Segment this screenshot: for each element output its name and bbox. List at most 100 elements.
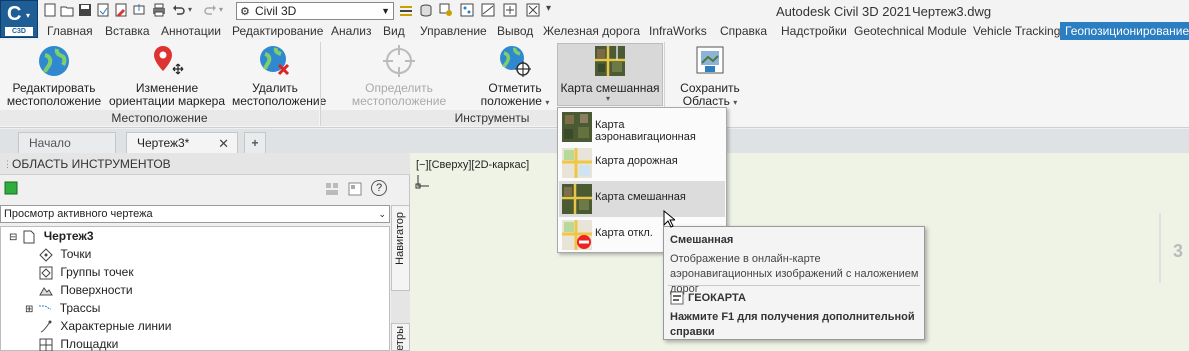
collapse-icon[interactable]: ⊟: [9, 229, 19, 247]
tree-item-sites[interactable]: Площадки: [39, 335, 118, 351]
edit-location-label: Редактировать местоположение: [6, 81, 102, 108]
tree-item-points[interactable]: Точки: [39, 245, 91, 263]
tab-home[interactable]: Главная: [42, 22, 98, 40]
tab-analyze[interactable]: Анализ: [326, 22, 377, 40]
tab-drawing[interactable]: Чертеж3* ✕: [126, 132, 238, 153]
tab-geolocation[interactable]: Геопозиционирование: [1060, 22, 1189, 40]
redo-icon[interactable]: [203, 3, 217, 17]
tree-item-label: Трассы: [59, 301, 101, 315]
save-area-button[interactable]: Сохранить Область ▾: [670, 44, 750, 109]
prospector-tree: ⊟ Чертеж3 Точки Группы точек Поверхности…: [0, 226, 390, 351]
menu-item-label: Карта откл.: [595, 227, 653, 239]
new-file-icon[interactable]: [43, 3, 57, 17]
app-menu-dropdown-icon: ▾: [26, 11, 31, 20]
undo-dropdown-icon[interactable]: ▾: [188, 5, 192, 14]
expand-icon[interactable]: ⊞: [25, 301, 35, 319]
tooltip-divider: [668, 285, 920, 286]
toolspace-panel: ⋮ ОБЛАСТЬ ИНСТРУМЕНТОВ ? Просмотр активн…: [0, 153, 410, 351]
side-tab-settings-label: етры: [394, 326, 406, 351]
save-icon[interactable]: [78, 3, 92, 17]
toggle-view-icon[interactable]: [325, 182, 339, 196]
hybrid-map-icon: [562, 184, 592, 214]
tooltip-description: Отображение в онлайн-карте аэронавигацио…: [670, 253, 919, 295]
menu-item-map-mixed[interactable]: Карта смешанная: [559, 181, 725, 217]
tab-geotechnical[interactable]: Geotechnical Module: [849, 22, 972, 40]
tree-item-alignments[interactable]: ⊞ Трассы: [25, 299, 100, 317]
viewcube-face[interactable]: 3: [1173, 241, 1183, 262]
tab-output[interactable]: Вывод: [492, 22, 538, 40]
workspace-select[interactable]: ⚙ Civil 3D ▼: [236, 2, 394, 20]
mark-position-button[interactable]: Отметить положение ▾: [480, 44, 550, 109]
workspace-label: Civil 3D: [255, 4, 297, 18]
tree-root-label: Чертеж3: [43, 229, 94, 243]
view-select[interactable]: Просмотр активного чертежа ⌄: [0, 205, 390, 223]
match-properties-icon[interactable]: [399, 3, 413, 17]
tree-root[interactable]: ⊟ Чертеж3: [9, 227, 94, 245]
survey-icon[interactable]: [503, 3, 517, 17]
open-folder-icon[interactable]: [60, 3, 74, 17]
map-off-icon: [562, 220, 592, 250]
points-icon: [39, 248, 53, 262]
new-tab-button[interactable]: +: [244, 132, 266, 153]
save-web-icon[interactable]: [96, 3, 110, 17]
tab-vehicle-tracking[interactable]: Vehicle Tracking: [968, 22, 1065, 40]
save-as-icon[interactable]: [114, 3, 128, 17]
share-icon[interactable]: [132, 3, 146, 17]
tab-railway[interactable]: Железная дорога: [538, 22, 645, 40]
data-shortcuts-icon[interactable]: [419, 3, 433, 17]
item-view-icon[interactable]: [348, 182, 362, 196]
surfaces-icon: [39, 286, 53, 296]
tab-addins[interactable]: Надстройки: [776, 22, 852, 40]
hybrid-map-icon: [595, 46, 625, 76]
tooltip-command: ГЕОКАРТА: [688, 292, 746, 304]
customize-qat-icon[interactable]: ▾: [546, 3, 551, 14]
gear-icon: ⚙: [240, 6, 250, 18]
map-pin-move-icon: [154, 46, 184, 75]
tab-infraworks[interactable]: InfraWorks: [644, 22, 712, 40]
road-map-icon: [562, 148, 592, 178]
tab-start[interactable]: Начало: [18, 132, 116, 153]
print-icon[interactable]: [152, 3, 166, 17]
side-tab-settings[interactable]: етры: [391, 323, 410, 351]
grip-icon[interactable]: ⋮: [3, 153, 12, 175]
tree-item-surfaces[interactable]: Поверхности: [39, 281, 133, 299]
panel-label-location: Местоположение: [0, 110, 319, 126]
tab-view[interactable]: Вид: [378, 22, 410, 40]
mark-position-label: Отметить положение: [480, 81, 542, 108]
menu-item-map-road[interactable]: Карта дорожная: [559, 145, 725, 181]
application-menu-button[interactable]: C ▾ C3D: [0, 0, 38, 38]
redo-dropdown-icon[interactable]: ▾: [219, 5, 223, 14]
globe-crosshair-icon: [500, 46, 531, 77]
menu-item-map-aerial[interactable]: Карта аэронавигационная: [559, 109, 725, 145]
data-sync-icon[interactable]: [439, 3, 453, 17]
map-mixed-button[interactable]: Карта смешанная ▾: [557, 43, 663, 106]
tree-item-label: Площадки: [60, 337, 119, 351]
tree-item-feature-lines[interactable]: Характерные линии: [39, 317, 171, 335]
tooltip-help: Нажмите F1 для получения дополнительной …: [670, 311, 915, 338]
viewport-controls[interactable]: [−][Сверху][2D-каркас]: [416, 159, 529, 171]
pipes-icon[interactable]: [526, 3, 540, 17]
tab-annotate[interactable]: Аннотации: [156, 22, 226, 40]
menu-item-label: Карта дорожная: [595, 155, 678, 167]
undo-icon[interactable]: [172, 3, 186, 17]
title-bar: ▾ ▾ ⚙ Civil 3D ▼ ▾ Autodesk Civil 3D 202…: [0, 0, 1189, 22]
toolspace-icon[interactable]: [4, 181, 18, 195]
points-icon[interactable]: [460, 3, 474, 17]
help-icon[interactable]: ?: [371, 180, 387, 196]
ucs-icon: [415, 175, 429, 189]
tree-item-point-groups[interactable]: Группы точек: [39, 263, 134, 281]
tab-insert[interactable]: Вставка: [100, 22, 155, 40]
tree-item-label: Поверхности: [60, 283, 133, 297]
close-icon[interactable]: ✕: [218, 133, 229, 154]
reorient-marker-button[interactable]: Изменение ориентации маркера: [106, 44, 228, 108]
side-tab-navigator[interactable]: Навигатор: [391, 205, 410, 291]
tab-manage[interactable]: Управление: [415, 22, 492, 40]
alignment-icon[interactable]: [481, 3, 495, 17]
file-name: Чертеж3.dwg: [912, 4, 992, 19]
alignments-icon: [39, 305, 52, 310]
app-logo-letter: C: [7, 3, 22, 25]
remove-location-button[interactable]: Удалить местоположение: [232, 44, 326, 108]
tab-modify[interactable]: Редактирование: [227, 22, 328, 40]
tab-help[interactable]: Справка: [715, 22, 772, 40]
save-map-area-icon: [696, 46, 724, 74]
